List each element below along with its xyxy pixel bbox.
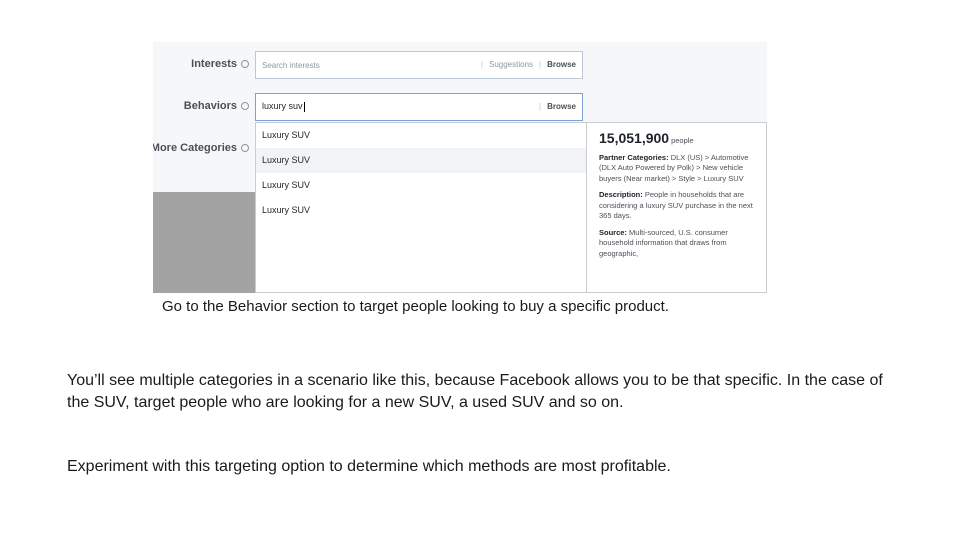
audience-detail-panel: 15,051,900 people Partner Categories: DLX… — [587, 122, 767, 293]
audience-count: 15,051,900 — [599, 130, 670, 146]
behaviors-suggestion-dropdown: Luxury SUV Luxury SUV Luxury SUV Luxury … — [255, 122, 587, 293]
interests-label: Interests — [191, 58, 249, 70]
suggestion-item[interactable]: Luxury SUV — [256, 173, 586, 198]
info-icon[interactable] — [241, 144, 249, 152]
interests-placeholder: Search interests — [262, 61, 320, 70]
targeting-screenshot: Interests Behaviors More Categories Sear… — [153, 42, 767, 293]
partner-categories: Partner Categories: DLX (US) > Automotiv… — [599, 152, 749, 183]
behaviors-label: Behaviors — [184, 100, 249, 112]
info-icon[interactable] — [241, 60, 249, 68]
behaviors-search-input[interactable]: luxury suv | Browse — [255, 93, 583, 121]
audience-size: 15,051,900 people — [599, 130, 758, 147]
interests-search-input[interactable]: Search interests | Suggestions | Browse — [255, 51, 583, 79]
description: Description: People in households that a… — [599, 190, 753, 220]
interests-browse-link[interactable]: Browse — [547, 60, 576, 69]
info-icon[interactable] — [241, 102, 249, 110]
more-categories-label: More Categories — [153, 142, 249, 154]
screenshot-caption: Go to the Behavior section to target peo… — [162, 298, 669, 315]
suggestion-item[interactable]: Luxury SUV — [256, 198, 586, 223]
suggestion-item-highlighted[interactable]: Luxury SUV — [256, 148, 586, 173]
behaviors-browse-link[interactable]: Browse — [547, 102, 576, 111]
audience-unit: people — [671, 136, 694, 145]
suggestions-link[interactable]: Suggestions — [489, 60, 533, 69]
body-paragraph: Experiment with this targeting option to… — [67, 458, 671, 475]
text-caret — [303, 101, 305, 112]
behaviors-input-value: luxury suv — [262, 101, 305, 112]
suggestion-item[interactable]: Luxury SUV — [256, 123, 586, 148]
body-paragraph: You’ll see multiple categories in a scen… — [67, 372, 883, 411]
source: Source: Multi-sourced, U.S. consumer hou… — [599, 227, 728, 258]
